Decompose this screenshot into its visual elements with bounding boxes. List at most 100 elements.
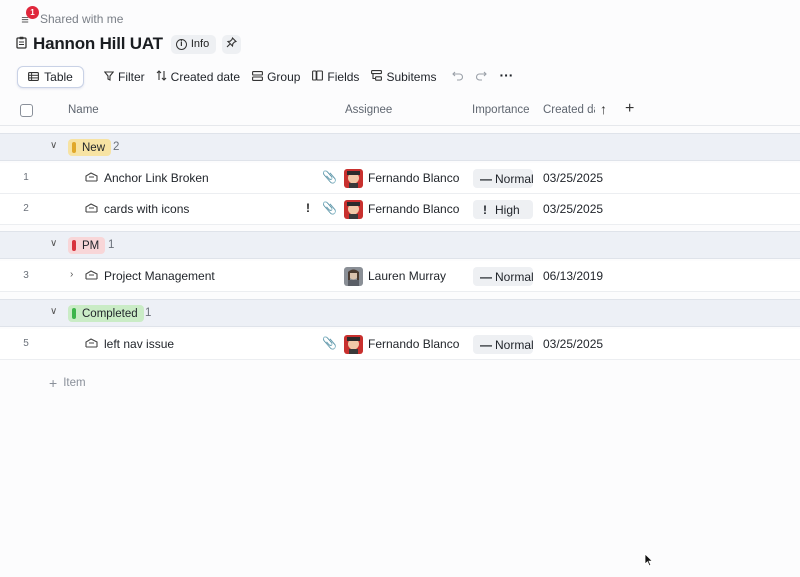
top-bar: ≡ 1 Shared with me xyxy=(16,6,123,28)
row-number: 5 xyxy=(23,338,29,349)
undo-button[interactable] xyxy=(452,70,464,84)
task-icon xyxy=(85,202,98,216)
importance-badge[interactable]: — Normal xyxy=(473,267,534,286)
filter-button[interactable]: Filter xyxy=(103,70,145,84)
avatar xyxy=(344,267,363,286)
info-button[interactable]: i Info xyxy=(170,34,217,54)
group-count: 2 xyxy=(113,141,120,153)
table-icon xyxy=(28,70,40,84)
redo-button[interactable] xyxy=(475,70,488,84)
avatar xyxy=(344,169,363,188)
group-header-new[interactable]: ∨ New 2 xyxy=(0,133,800,161)
group-tag: PM xyxy=(68,237,106,254)
toolbar: Table Filter Created date Group Fields S… xyxy=(17,66,513,88)
info-label: Info xyxy=(190,38,210,50)
sort-ascending-icon[interactable]: ↑ xyxy=(600,101,607,117)
fields-button[interactable]: Fields xyxy=(312,70,359,84)
paperclip-icon[interactable]: 📎 xyxy=(322,170,337,184)
group-count: 1 xyxy=(108,239,115,251)
sort-button[interactable]: Created date xyxy=(156,70,240,84)
pin-icon xyxy=(226,36,238,51)
importance-label: Normal xyxy=(495,337,534,352)
task-icon xyxy=(85,269,98,283)
table-row[interactable]: 3 › Project Management Lauren Murray — N… xyxy=(0,261,800,292)
importance-badge[interactable]: — Normal xyxy=(473,169,534,188)
assignee-name[interactable]: Fernando Blanco xyxy=(368,337,459,351)
importance-badge[interactable]: ! High xyxy=(473,200,533,219)
task-icon xyxy=(85,171,98,185)
table-header: Name Assignee Importance Created da ↑ + xyxy=(0,96,800,126)
item-name[interactable]: Project Management xyxy=(104,269,215,283)
avatar xyxy=(344,335,363,354)
item-name[interactable]: cards with icons xyxy=(104,202,189,216)
select-all-checkbox[interactable] xyxy=(20,104,33,117)
group-label: Completed xyxy=(82,307,138,320)
notification-badge: 1 xyxy=(26,6,39,19)
row-number: 2 xyxy=(23,203,29,214)
more-icon: ··· xyxy=(499,66,514,83)
created-date[interactable]: 06/13/2019 xyxy=(543,269,603,283)
importance-label: Normal xyxy=(495,171,534,186)
clipboard-icon xyxy=(16,36,28,52)
group-header-pm[interactable]: ∨ PM 1 xyxy=(0,231,800,259)
add-column-button[interactable]: + xyxy=(625,100,634,118)
importance-label: Normal xyxy=(495,269,534,284)
table-row[interactable]: 1 Anchor Link Broken 📎 Fernando Blanco —… xyxy=(0,163,800,194)
item-name[interactable]: Anchor Link Broken xyxy=(104,171,209,185)
undo-icon xyxy=(452,70,464,84)
item-name[interactable]: left nav issue xyxy=(104,337,174,351)
dash-icon: — xyxy=(480,337,492,352)
chevron-right-icon[interactable]: › xyxy=(70,269,73,280)
group-label: Group xyxy=(267,70,301,84)
assignee-name[interactable]: Fernando Blanco xyxy=(368,171,459,185)
table-row[interactable]: 5 left nav issue 📎 Fernando Blanco — Nor… xyxy=(0,329,800,360)
table-view-button[interactable]: Table xyxy=(17,66,84,88)
created-date[interactable]: 03/25/2025 xyxy=(543,202,603,216)
column-assignee[interactable]: Assignee xyxy=(345,104,392,116)
row-number: 3 xyxy=(23,270,29,281)
subitems-button[interactable]: Subitems xyxy=(371,70,436,84)
pin-button[interactable] xyxy=(222,34,242,54)
dash-icon: — xyxy=(480,269,492,284)
importance-badge[interactable]: — Normal xyxy=(473,335,534,354)
group-count: 1 xyxy=(145,307,152,319)
column-name[interactable]: Name xyxy=(68,104,99,116)
dash-icon: — xyxy=(480,171,492,186)
group-label: New xyxy=(82,141,106,154)
assignee-name[interactable]: Fernando Blanco xyxy=(368,202,459,216)
group-icon xyxy=(252,70,264,84)
paperclip-icon[interactable]: 📎 xyxy=(322,336,337,350)
column-importance[interactable]: Importance xyxy=(472,104,530,116)
filter-icon xyxy=(103,70,115,84)
group-tag: Completed xyxy=(68,305,144,322)
chevron-down-icon[interactable]: ∨ xyxy=(50,238,57,249)
redo-icon xyxy=(475,70,488,84)
group-button[interactable]: Group xyxy=(252,70,300,84)
paperclip-icon[interactable]: 📎 xyxy=(322,201,337,215)
assignee-name[interactable]: Lauren Murray xyxy=(368,269,446,283)
group-header-completed[interactable]: ∨ Completed 1 xyxy=(0,299,800,327)
subitems-label: Subitems xyxy=(386,70,437,84)
fields-label: Fields xyxy=(327,70,360,84)
exclamation-icon: ! xyxy=(483,202,487,217)
table-row[interactable]: 2 cards with icons ! 📎 Fernando Blanco !… xyxy=(0,194,800,225)
table-view-label: Table xyxy=(44,70,73,84)
mouse-cursor-icon xyxy=(644,553,654,570)
title-row: Hannon Hill UAT i Info xyxy=(16,34,242,54)
menu-button[interactable]: ≡ 1 xyxy=(16,6,39,28)
group-label: PM xyxy=(82,239,100,252)
created-date[interactable]: 03/25/2025 xyxy=(543,337,603,351)
more-button[interactable]: ··· xyxy=(499,67,513,83)
row-number: 1 xyxy=(23,172,29,183)
add-item-label: Item xyxy=(63,377,86,389)
add-item-button[interactable]: + Item xyxy=(49,375,86,391)
chevron-down-icon[interactable]: ∨ xyxy=(50,306,57,317)
fields-icon xyxy=(312,70,324,84)
tag-color-bar xyxy=(72,240,76,251)
column-created-date[interactable]: Created da xyxy=(543,104,595,116)
created-date[interactable]: 03/25/2025 xyxy=(543,171,603,185)
chevron-down-icon[interactable]: ∨ xyxy=(50,140,57,151)
breadcrumb[interactable]: Shared with me xyxy=(40,12,123,26)
subitems-icon xyxy=(371,70,383,84)
group-tag: New xyxy=(68,139,112,156)
